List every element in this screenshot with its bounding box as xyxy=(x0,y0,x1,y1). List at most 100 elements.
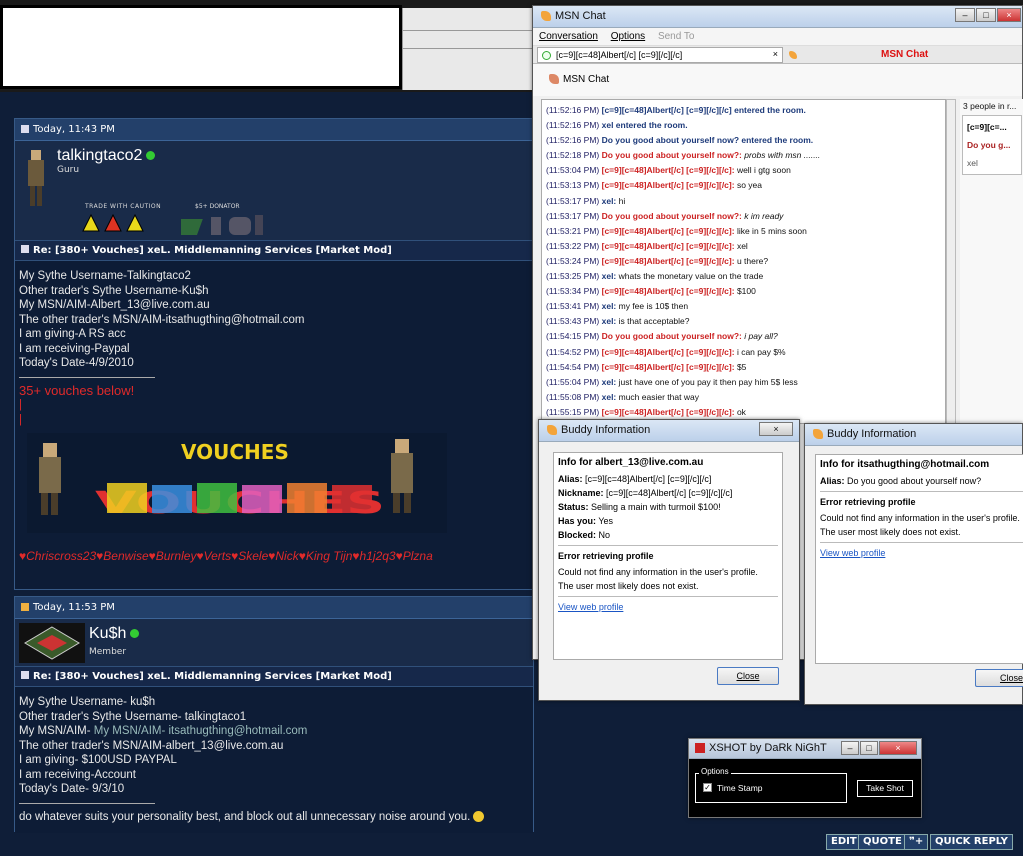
message-sender: xel: xyxy=(601,271,617,282)
xshot-app-icon xyxy=(695,743,705,754)
avatar-icon xyxy=(28,150,44,206)
message-text: probs with msn ....... xyxy=(741,150,821,161)
quick-reply-button[interactable]: QUICK REPLY xyxy=(930,834,1013,850)
message-sender: Do you good about yourself now? entered … xyxy=(601,135,814,146)
chat-log[interactable]: (11:52:16 PM) [c=9][c=48]Albert[/c] [c=9… xyxy=(541,99,946,424)
message-timestamp: (11:52:16 PM) xyxy=(546,105,600,115)
banner-word: VOUCHES xyxy=(181,440,289,464)
message-timestamp: (11:54:54 PM) xyxy=(546,361,600,372)
message-text: u there? xyxy=(734,255,769,266)
post-body: My Sythe Username-Talkingtaco2 Other tra… xyxy=(15,261,533,589)
redacted-box xyxy=(0,5,402,89)
minimize-button[interactable]: – xyxy=(841,741,859,755)
message-timestamp: (11:53:43 PM) xyxy=(546,316,600,327)
message-sender: xel: xyxy=(601,376,617,387)
message-timestamp: (11:52:16 PM) xyxy=(546,135,600,146)
online-status-icon xyxy=(146,151,156,161)
tab-msn-chat[interactable]: MSN Chat xyxy=(785,48,1021,63)
post-userinfo: talkingtaco2 Guru TRADE WITH CAUTION $5+… xyxy=(15,141,533,241)
badge-caption-right: $5+ DONATOR xyxy=(195,203,240,210)
view-web-profile-link[interactable]: View web profile xyxy=(820,548,885,558)
post-line: I am giving- $100USD PAYPAL xyxy=(19,754,177,766)
chat-message: (11:52:16 PM) [c=9][c=48]Albert[/c] [c=9… xyxy=(546,103,941,118)
chat-message: (11:53:22 PM) [c=9][c=48]Albert[/c] [c=9… xyxy=(546,239,941,254)
divider xyxy=(19,376,155,378)
message-sender: Do you good about yourself now?: xyxy=(601,150,742,161)
menu-send-to[interactable]: Send To xyxy=(658,31,695,42)
people-item[interactable]: [c=9][c=... xyxy=(965,118,1019,136)
chat-scrollbar[interactable] xyxy=(946,99,956,424)
window-title: Buddy Information xyxy=(561,424,651,436)
message-timestamp: (11:53:34 PM) xyxy=(546,286,600,297)
time-stamp-checkbox[interactable]: ✓ xyxy=(703,783,712,792)
msn-bird-icon xyxy=(813,429,823,440)
message-timestamp: (11:53:04 PM) xyxy=(546,165,600,176)
message-timestamp: (11:55:08 PM) xyxy=(546,391,600,402)
close-button[interactable]: × xyxy=(759,422,793,436)
chat-message: (11:53:17 PM) xel: hi xyxy=(546,194,941,209)
chat-message: (11:53:17 PM) Do you good about yourself… xyxy=(546,209,941,224)
message-text: is that acceptable? xyxy=(616,316,690,327)
quote-button[interactable]: QUOTE xyxy=(858,834,907,850)
take-shot-button[interactable]: Take Shot xyxy=(857,780,913,797)
post-header: Today, 11:53 PM xyxy=(15,597,533,619)
edit-button[interactable]: EDIT xyxy=(826,834,862,850)
post-line: The other trader's MSN/AIM-itsathugthing… xyxy=(19,313,305,326)
chat-message: (11:53:04 PM) [c=9][c=48]Albert[/c] [c=9… xyxy=(546,163,941,178)
divider xyxy=(558,596,778,597)
tab-label: [c=9][c=48]Albert[/c] [c=9][/c][/c] xyxy=(556,50,683,60)
online-status-icon xyxy=(130,629,140,639)
people-item[interactable]: Do you g... xyxy=(965,136,1019,154)
message-text: just have one of you pay it then pay him… xyxy=(616,376,798,387)
message-text: $100 xyxy=(734,286,756,297)
vouch-names: ♥Chriscross23♥Benwise♥Burnley♥Verts♥Skel… xyxy=(19,549,433,563)
user-rank: Guru xyxy=(57,165,80,175)
message-sender: xel: xyxy=(601,316,617,327)
msn-bird-icon xyxy=(547,425,557,436)
view-web-profile-link[interactable]: View web profile xyxy=(558,602,623,612)
maximize-button[interactable]: □ xyxy=(976,8,996,22)
tab-albert[interactable]: [c=9][c=48]Albert[/c] [c=9][/c][/c] × xyxy=(537,47,783,63)
post-icon xyxy=(21,603,29,611)
message-sender: [c=9][c=48]Albert[/c] [c=9][/c][/c]: xyxy=(601,225,735,236)
alias-label: Alias: xyxy=(820,476,845,486)
minimize-button[interactable]: – xyxy=(955,8,975,22)
close-dialog-button[interactable]: Close xyxy=(975,669,1023,687)
menu-bar: Conversation Options Send To xyxy=(533,28,1022,46)
error-line: Could not find any information in the us… xyxy=(558,567,758,577)
buddy-info-window-2: Buddy Information Info for itsathugthing… xyxy=(804,423,1023,705)
menu-conversation[interactable]: Conversation xyxy=(539,31,598,42)
alias-value: Do you good about yourself now? xyxy=(844,476,982,486)
tab-close-icon[interactable]: × xyxy=(773,49,778,59)
message-sender: Do you good about yourself now?: xyxy=(601,210,742,221)
message-sender: [c=9][c=48]Albert[/c] [c=9][/c][/c] ente… xyxy=(601,105,806,115)
close-button[interactable]: × xyxy=(997,8,1021,22)
people-item[interactable]: xel xyxy=(965,154,1019,172)
chat-message: (11:54:54 PM) [c=9][c=48]Albert[/c] [c=9… xyxy=(546,360,941,375)
chat-message: (11:55:15 PM) [c=9][c=48]Albert[/c] [c=9… xyxy=(546,405,941,420)
menu-options[interactable]: Options xyxy=(611,31,645,42)
smiley-icon xyxy=(473,810,485,822)
close-dialog-button[interactable]: Close xyxy=(717,667,779,685)
username-link[interactable]: Ku$h xyxy=(89,625,126,642)
message-sender: [c=9][c=48]Albert[/c] [c=9][/c][/c]: xyxy=(601,255,735,266)
post-line: Today's Date-4/9/2010 xyxy=(19,357,134,369)
maximize-button[interactable]: □ xyxy=(860,741,878,755)
multi-quote-button[interactable]: ❞+ xyxy=(904,834,929,850)
message-text: so yea xyxy=(734,180,762,191)
message-timestamp: (11:53:25 PM) xyxy=(546,271,600,282)
people-list: [c=9][c=... Do you g... xel xyxy=(962,115,1022,175)
message-text: my fee is 10$ then xyxy=(616,301,689,312)
message-timestamp: (11:53:22 PM) xyxy=(546,240,600,251)
post-timestamp: Today, 11:53 PM xyxy=(33,602,115,613)
message-sender: xel entered the room. xyxy=(601,120,688,131)
status-icon xyxy=(542,51,551,60)
post-icon xyxy=(21,125,29,133)
message-text: $5 xyxy=(734,361,747,372)
has-you-label: Has you: xyxy=(558,516,597,526)
chat-message: (11:53:25 PM) xel: whats the monetary va… xyxy=(546,269,941,284)
username-link[interactable]: talkingtaco2 xyxy=(57,147,142,164)
close-button[interactable]: × xyxy=(879,741,917,755)
message-sender: xel: xyxy=(601,195,617,206)
post-line: My MSN/AIM-Albert_13@live.com.au xyxy=(19,299,210,311)
